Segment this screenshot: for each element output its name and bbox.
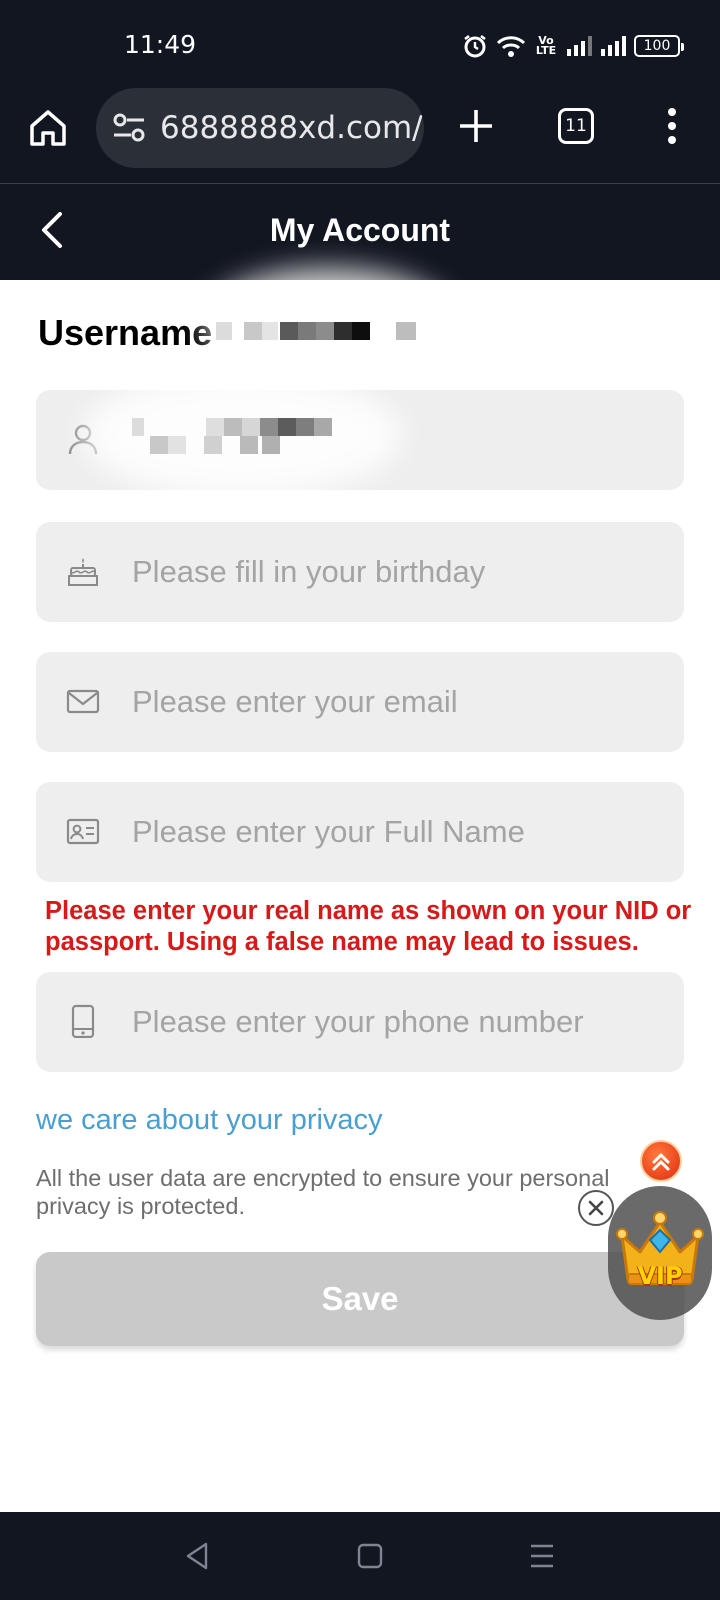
site-settings-icon[interactable] xyxy=(112,112,146,144)
home-icon xyxy=(30,110,66,146)
privacy-title: we care about your privacy xyxy=(36,1104,383,1136)
email-field[interactable] xyxy=(36,652,684,752)
birthday-field[interactable] xyxy=(36,522,684,622)
browser-toolbar: 6888888xd.com/ 11 xyxy=(0,86,720,184)
scroll-to-top-button[interactable] xyxy=(640,1140,682,1182)
tab-switcher-button[interactable]: 11 xyxy=(558,108,594,144)
status-time: 11:49 xyxy=(124,30,197,59)
home-button[interactable] xyxy=(26,106,70,150)
username-label: Username xyxy=(38,312,213,353)
plus-icon xyxy=(460,110,492,142)
save-button[interactable]: Save xyxy=(36,1252,684,1346)
page-title: My Account xyxy=(269,212,451,248)
phone-input[interactable] xyxy=(132,972,672,1072)
nav-home-button[interactable] xyxy=(354,1540,386,1572)
url-text: 6888888xd.com/ xyxy=(160,110,423,146)
battery-indicator: 100 xyxy=(634,35,684,57)
close-icon xyxy=(588,1200,604,1216)
status-bar: 11:49 Vo LTE 100 xyxy=(0,0,720,86)
vip-label: VIP xyxy=(637,1262,683,1290)
full-name-input[interactable] xyxy=(132,782,672,882)
volte-indicator: Vo LTE xyxy=(535,34,557,57)
close-vip-widget-button[interactable] xyxy=(578,1190,614,1226)
status-icons: Vo LTE 100 xyxy=(462,30,684,62)
phone-field[interactable] xyxy=(36,972,684,1072)
email-input[interactable] xyxy=(132,652,672,752)
birthday-input[interactable] xyxy=(132,522,672,622)
double-chevron-up-icon xyxy=(652,1153,670,1171)
app-header: My Account xyxy=(0,184,720,280)
mail-icon xyxy=(66,689,100,714)
privacy-description: All the user data are encrypted to ensur… xyxy=(36,1165,610,1219)
nav-back-button[interactable] xyxy=(182,1540,214,1572)
full-name-warning: Please enter your real name as shown on … xyxy=(45,897,692,956)
signal-icon xyxy=(600,35,626,57)
menu-lines-icon xyxy=(531,1544,553,1568)
cake-icon xyxy=(68,558,98,586)
browser-menu-button[interactable] xyxy=(660,106,684,146)
signal-icon xyxy=(566,35,592,57)
new-tab-button[interactable] xyxy=(456,106,496,146)
triangle-back-icon xyxy=(186,1542,208,1570)
wifi-icon xyxy=(496,34,526,58)
address-bar[interactable]: 6888888xd.com/ xyxy=(96,88,424,168)
square-home-icon xyxy=(357,1543,383,1569)
system-nav-bar xyxy=(0,1512,720,1600)
vip-widget[interactable]: VIP xyxy=(608,1186,712,1320)
phone-icon xyxy=(71,1004,95,1038)
id-card-icon xyxy=(66,818,100,845)
alarm-icon xyxy=(462,33,488,59)
nav-recents-button[interactable] xyxy=(526,1540,558,1572)
more-vertical-icon xyxy=(668,108,676,144)
full-name-field[interactable] xyxy=(36,782,684,882)
